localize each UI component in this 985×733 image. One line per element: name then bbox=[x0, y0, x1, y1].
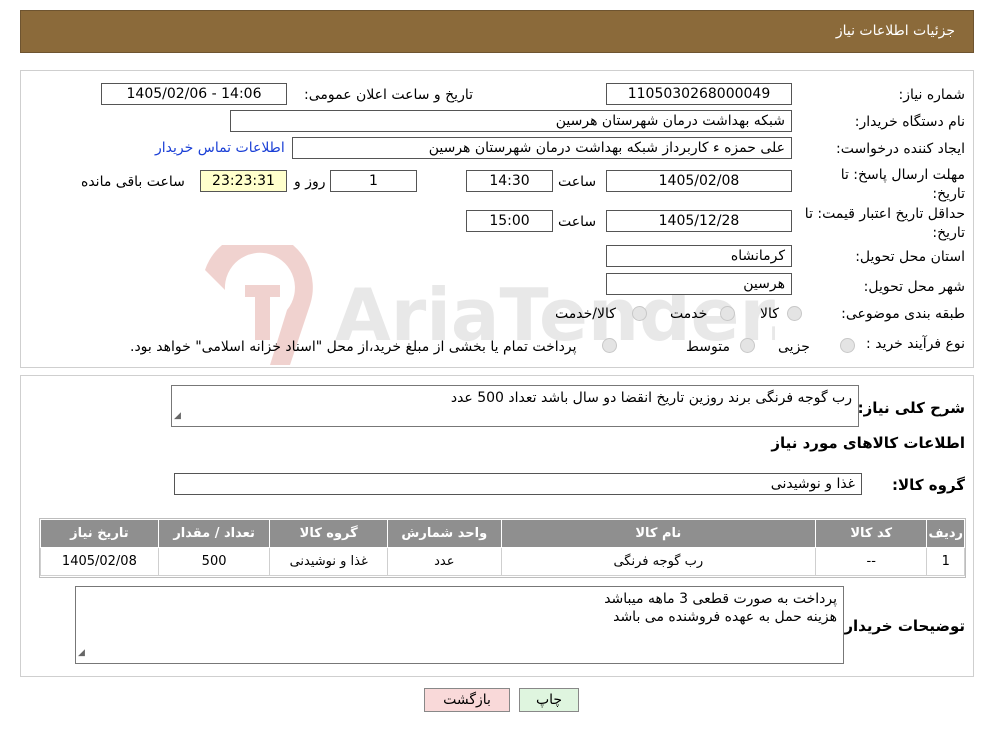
col-header-unit: واحد شمارش bbox=[386, 519, 502, 548]
category-radio-goods[interactable] bbox=[787, 306, 802, 321]
remaining-time-field: 23:23:31 bbox=[200, 170, 287, 192]
page-header: جزئیات اطلاعات نیاز bbox=[20, 10, 974, 53]
group-label: گروه کالا: bbox=[892, 476, 965, 494]
process-label: نوع فرآیند خرید : bbox=[866, 336, 965, 352]
day-and-label: روز و bbox=[294, 174, 326, 190]
deadline-time-label: ساعت bbox=[558, 174, 597, 190]
group-field: غذا و نوشیدنی bbox=[174, 473, 862, 495]
creator-label: ایجاد کننده درخواست: bbox=[836, 141, 965, 157]
deadline-date-field: 1405/02/08 bbox=[606, 170, 792, 192]
cell-group: غذا و نوشیدنی bbox=[269, 547, 388, 576]
resize-handle-icon[interactable]: ◢ bbox=[78, 644, 85, 662]
buyer-notes-textarea[interactable]: پرداخت به صورت قطعی 3 ماهه میباشد هزینه … bbox=[75, 586, 844, 664]
cell-item-code: -- bbox=[814, 547, 928, 576]
category-option-goods-service: کالا/خدمت bbox=[555, 306, 616, 322]
buyer-contact-link[interactable]: اطلاعات تماس خریدار bbox=[155, 140, 285, 156]
items-table-header: ردیف کد کالا نام کالا واحد شمارش گروه کا… bbox=[40, 519, 965, 548]
col-header-code: کد کالا bbox=[814, 519, 928, 548]
announce-field: 1405/02/06 - 14:06 bbox=[101, 83, 287, 105]
validity-label: حداقل تاریخ اعتبار قیمت: تا تاریخ: bbox=[804, 206, 965, 241]
page-title: جزئیات اطلاعات نیاز bbox=[835, 23, 955, 39]
buyer-org-label: نام دستگاه خریدار: bbox=[854, 114, 965, 130]
need-number-label: شماره نیاز: bbox=[898, 87, 966, 103]
deadline-label: مهلت ارسال پاسخ: تا تاریخ: bbox=[840, 167, 965, 202]
print-button[interactable]: چاپ bbox=[519, 688, 579, 712]
col-header-quantity: تعداد / مقدار bbox=[157, 519, 271, 548]
province-field: کرمانشاه bbox=[606, 245, 792, 267]
process-radio-medium[interactable] bbox=[740, 338, 755, 353]
table-row: 1 -- رب گوجه فرنگی عدد غذا و نوشیدنی 500… bbox=[40, 547, 965, 576]
resize-handle-icon[interactable]: ◢ bbox=[174, 407, 181, 425]
category-radio-service[interactable] bbox=[720, 306, 735, 321]
buyer-notes-line-1: پرداخت به صورت قطعی 3 ماهه میباشد bbox=[604, 591, 837, 607]
cell-quantity: 500 bbox=[157, 547, 271, 576]
col-header-row: ردیف bbox=[926, 519, 965, 548]
province-label: استان محل تحویل: bbox=[855, 249, 965, 265]
process-option-minor: جزیی bbox=[778, 339, 810, 355]
cell-row-number: 1 bbox=[926, 547, 965, 576]
buyer-notes-label: توضیحات خریدار: bbox=[838, 617, 965, 635]
payment-note: پرداخت تمام یا بخشی از مبلغ خرید،از محل … bbox=[130, 339, 577, 355]
remaining-days-field: 1 bbox=[330, 170, 417, 192]
announce-label: تاریخ و ساعت اعلان عمومی: bbox=[304, 87, 473, 103]
cell-need-date: 1405/02/08 bbox=[40, 547, 159, 576]
deadline-time-field: 14:30 bbox=[466, 170, 553, 192]
process-option-medium: متوسط bbox=[686, 339, 730, 355]
city-label: شهر محل تحویل: bbox=[863, 279, 965, 295]
items-title: اطلاعات کالاهای مورد نیاز bbox=[771, 434, 965, 452]
category-option-service: خدمت bbox=[670, 306, 708, 322]
buyer-org-field: شبکه بهداشت درمان شهرستان هرسین bbox=[230, 110, 792, 132]
validity-time-label: ساعت bbox=[558, 214, 597, 230]
col-header-name: نام کالا bbox=[500, 519, 816, 548]
validity-time-field: 15:00 bbox=[466, 210, 553, 232]
category-option-goods: کالا bbox=[760, 306, 779, 322]
items-table: ردیف کد کالا نام کالا واحد شمارش گروه کا… bbox=[40, 519, 965, 576]
summary-text: رب گوجه فرنگی برند روزین تاریخ انقضا دو … bbox=[450, 390, 852, 406]
validity-date-field: 1405/12/28 bbox=[606, 210, 792, 232]
need-number-field: 1105030268000049 bbox=[606, 83, 792, 105]
process-radio-treasury[interactable] bbox=[602, 338, 617, 353]
col-header-date: تاریخ نیاز bbox=[40, 519, 159, 548]
city-field: هرسین bbox=[606, 273, 792, 295]
back-button[interactable]: بازگشت bbox=[424, 688, 510, 712]
remaining-label: ساعت باقی مانده bbox=[81, 174, 185, 190]
summary-textarea[interactable]: رب گوجه فرنگی برند روزین تاریخ انقضا دو … bbox=[171, 385, 859, 427]
cell-item-name: رب گوجه فرنگی bbox=[500, 547, 816, 576]
buyer-notes-line-2: هزینه حمل به عهده فروشنده می باشد bbox=[613, 609, 837, 625]
process-radio-minor[interactable] bbox=[840, 338, 855, 353]
items-table-wrapper: ردیف کد کالا نام کالا واحد شمارش گروه کا… bbox=[39, 518, 966, 578]
cell-unit: عدد bbox=[386, 547, 502, 576]
category-radio-goods-service[interactable] bbox=[632, 306, 647, 321]
category-label: طبقه بندی موضوعی: bbox=[841, 306, 965, 322]
creator-field: علی حمزه ء کاربرداز شبکه بهداشت درمان شه… bbox=[292, 137, 792, 159]
col-header-group: گروه کالا bbox=[269, 519, 388, 548]
summary-label: شرح کلی نیاز: bbox=[857, 399, 965, 417]
